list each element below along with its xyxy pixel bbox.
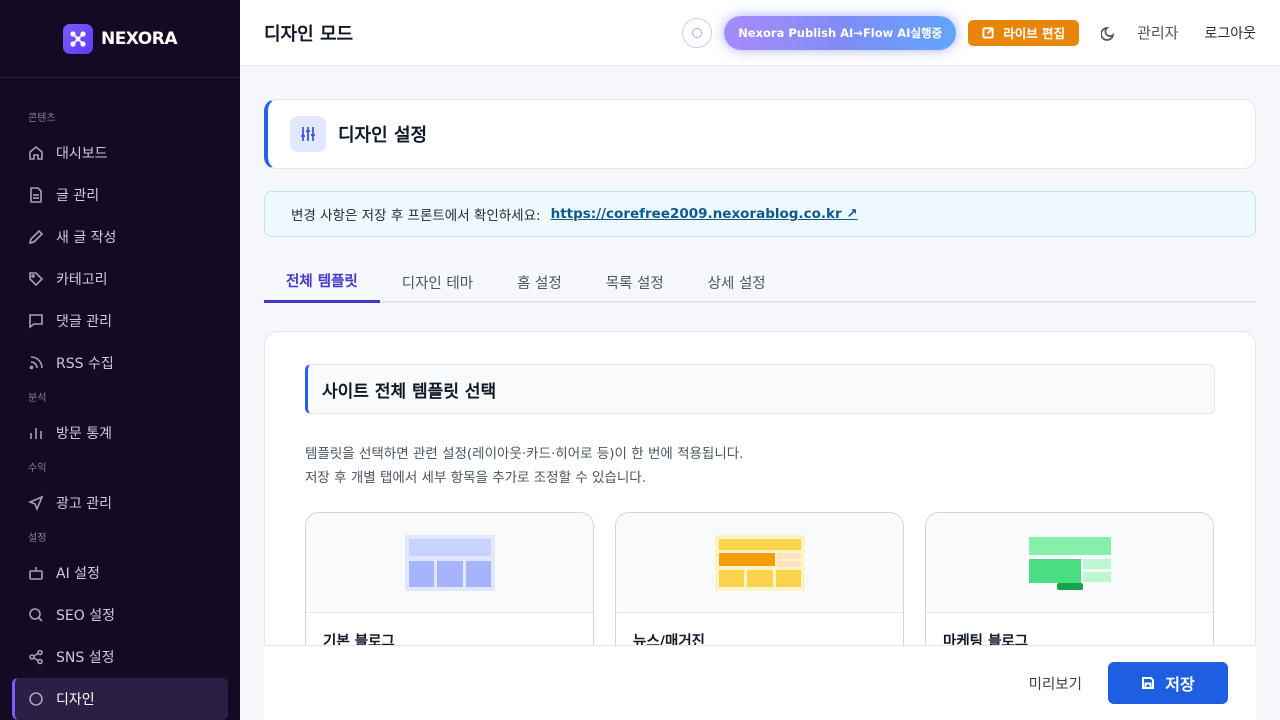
template-preview (926, 513, 1213, 613)
sidebar-item-label: 카테고리 (56, 272, 108, 288)
edit-icon (982, 27, 995, 39)
sidebar-item-label: 댓글 관리 (56, 314, 112, 330)
design-tabs: 전체 템플릿 디자인 테마 홈 설정 목록 설정 상세 설정 (264, 261, 1256, 303)
panel-title: 사이트 전체 템플릿 선택 (305, 364, 1215, 414)
sidebar-item-label: SNS 설정 (56, 650, 115, 666)
tab-list-settings[interactable]: 목록 설정 (584, 261, 686, 303)
live-edit-label: 라이브 편집 (1003, 26, 1066, 41)
live-edit-button[interactable]: 라이브 편집 (968, 19, 1080, 46)
notice-text: 변경 사항은 저장 후 프론트에서 확인하세요: (291, 208, 541, 224)
panel-description: 템플릿을 선택하면 관련 설정(레이아웃·카드·히어로 등)이 한 번에 적용됩… (305, 442, 1215, 490)
settings-title: 디자인 설정 (338, 125, 428, 146)
tab-home-settings[interactable]: 홈 설정 (495, 261, 584, 303)
sidebar-item-ai-settings[interactable]: AI 설정 (0, 552, 240, 594)
brand-name: NEXORA (100, 28, 178, 49)
save-label: 저장 (1165, 675, 1195, 694)
sidebar-item-label: SEO 설정 (56, 608, 115, 624)
sidebar-item-comments[interactable]: 댓글 관리 (0, 300, 240, 342)
template-preview (306, 513, 593, 613)
sidebar: NEXORA 콘텐츠 대시보드 글 관리 새 글 작성 카테고리 댓글 관리 R… (0, 0, 240, 720)
palette-icon (29, 692, 43, 706)
template-preview (616, 513, 903, 613)
brand[interactable]: NEXORA (0, 0, 240, 78)
tag-icon (29, 272, 44, 287)
sidebar-item-ads[interactable]: 광고 관리 (0, 482, 240, 524)
tab-design-theme[interactable]: 디자인 테마 (380, 261, 495, 303)
sidebar-item-label: 대시보드 (56, 146, 108, 162)
header-actions: Nexora Publish AI→Flow AI실행중 라이브 편집 관리자 … (682, 15, 1256, 50)
tab-detail-settings[interactable]: 상세 설정 (686, 261, 788, 303)
logout-link[interactable]: 로그아웃 (1204, 23, 1256, 43)
file-icon (30, 187, 42, 203)
sidebar-item-posts[interactable]: 글 관리 (0, 174, 240, 216)
preview-button[interactable]: 미리보기 (1029, 673, 1082, 694)
network-icon (62, 23, 93, 54)
search-icon (29, 608, 43, 622)
sidebar-item-sns-settings[interactable]: SNS 설정 (0, 636, 240, 678)
template-thumbnail (404, 534, 495, 591)
circle-icon (692, 27, 703, 38)
sidebar-nav: 콘텐츠 대시보드 글 관리 새 글 작성 카테고리 댓글 관리 RSS 수집 분… (0, 78, 240, 720)
desc-line-2: 저장 후 개별 탭에서 세부 항목을 추가로 조정할 수 있습니다. (305, 470, 646, 486)
desc-line-1: 템플릿을 선택하면 관련 설정(레이아웃·카드·히어로 등)이 한 번에 적용됩… (305, 446, 744, 462)
rss-icon (29, 356, 43, 370)
nav-section-analytics: 분석 (28, 393, 47, 404)
sidebar-item-category[interactable]: 카테고리 (0, 258, 240, 300)
bar-chart-icon (30, 428, 42, 439)
template-thumbnail (714, 534, 805, 591)
tab-all-templates[interactable]: 전체 템플릿 (264, 261, 380, 303)
comment-icon (29, 314, 43, 329)
sidebar-item-label: RSS 수집 (56, 356, 114, 372)
share-icon (29, 649, 43, 665)
sidebar-item-seo-settings[interactable]: SEO 설정 (0, 594, 240, 636)
sidebar-item-new-post[interactable]: 새 글 작성 (0, 216, 240, 258)
template-thumbnail (1028, 536, 1111, 590)
nav-section-settings: 설정 (28, 533, 47, 544)
robot-icon (29, 567, 43, 580)
sidebar-item-label: 디자인 (56, 692, 95, 708)
admin-link[interactable]: 관리자 (1137, 22, 1178, 43)
notice-banner: 변경 사항은 저장 후 프론트에서 확인하세요: https://corefre… (264, 191, 1256, 237)
site-link[interactable]: https://corefree2009.nexorablog.co.kr ↗ (551, 206, 858, 222)
ai-status-pill[interactable]: Nexora Publish AI→Flow AI실행중 (724, 15, 957, 50)
sidebar-item-rss[interactable]: RSS 수집 (0, 342, 240, 384)
send-icon (28, 495, 44, 511)
sidebar-item-label: AI 설정 (56, 566, 100, 582)
save-icon (1142, 677, 1155, 689)
save-button[interactable]: 저장 (1108, 662, 1228, 704)
design-settings-card: 디자인 설정 (264, 99, 1256, 169)
sidebar-item-label: 방문 통계 (56, 426, 112, 442)
sidebar-item-stats[interactable]: 방문 통계 (0, 412, 240, 454)
sidebar-item-label: 글 관리 (56, 188, 100, 204)
page-title: 디자인 모드 (264, 23, 354, 45)
top-header: 디자인 모드 Nexora Publish AI→Flow AI실행중 라이브 … (240, 0, 1280, 66)
sliders-icon (290, 116, 326, 152)
sidebar-item-label: 새 글 작성 (56, 230, 117, 246)
pencil-icon (28, 229, 44, 245)
sidebar-item-design[interactable]: 디자인 (12, 678, 228, 720)
info-button[interactable] (682, 17, 713, 48)
footer-action-bar: 미리보기 저장 (264, 645, 1256, 720)
moon-icon (1101, 26, 1115, 41)
home-icon (29, 145, 43, 160)
nav-section-content: 콘텐츠 (28, 113, 56, 124)
nav-section-revenue: 수익 (28, 463, 47, 474)
main-content: 디자인 설정 변경 사항은 저장 후 프론트에서 확인하세요: https://… (264, 66, 1256, 720)
sidebar-item-dashboard[interactable]: 대시보드 (0, 132, 240, 174)
sidebar-item-label: 광고 관리 (56, 496, 112, 512)
dark-mode-toggle[interactable] (1099, 23, 1119, 43)
